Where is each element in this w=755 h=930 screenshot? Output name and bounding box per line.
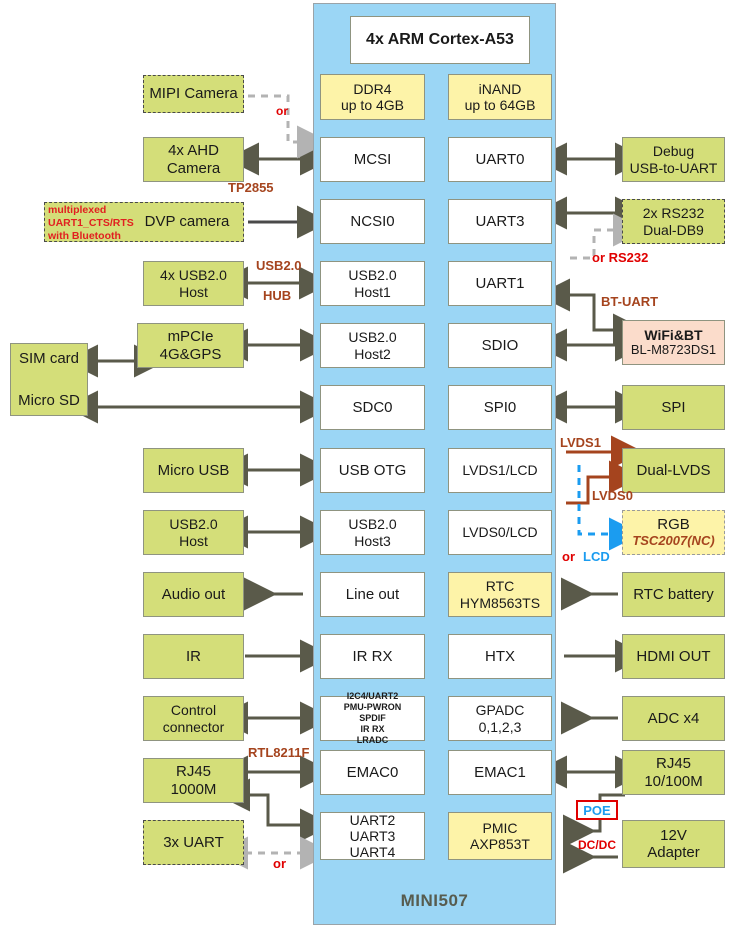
annotation-hub: HUB [263,288,292,303]
peripheral-rgb: RGB TSC2007(NC) [622,510,725,555]
peripheral-mpcie-4g-gps: mPCIe 4G&GPS [137,323,244,368]
annotation-or-mipi: or [276,104,288,118]
peripheral-12v-adapter: 12V Adapter [622,820,725,868]
soc-block-gpadc: GPADC 0,1,2,3 [448,696,552,741]
peripheral-adc-x4: ADC x4 [622,696,725,741]
peripheral-rj45-10-100m: RJ45 10/100M [622,750,725,795]
annotation-poe: POE [576,800,618,820]
soc-block-ncsi0: NCSI0 [320,199,425,244]
peripheral-wifi-bt: WiFi&BT BL-M8723DS1 [622,320,725,365]
soc-block-cpu: 4x ARM Cortex-A53 [350,16,530,64]
soc-block-mcsi: MCSI [320,137,425,182]
peripheral-ahd-camera: 4x AHD Camera [143,137,244,182]
wifi-bt-part: BL-M8723DS1 [630,342,717,358]
block-diagram: MINI507 4x ARM Cortex-A53 DDR4 up to 4GB… [0,0,755,930]
soc-block-ir-rx: IR RX [320,634,425,679]
soc-block-uart3: UART3 [448,199,552,244]
annotation-lvds1: LVDS1 [560,435,601,450]
annotation-multiplexed-note: multiplexed UART1_CTS/RTS with Bluetooth [48,204,134,243]
rgb-part: TSC2007(NC) [632,532,715,548]
soc-block-sdc0: SDC0 [320,385,425,430]
peripheral-2x-rs232: 2x RS232 Dual-DB9 [622,199,725,244]
soc-block-rtc: RTC HYM8563TS [448,572,552,617]
soc-block-pmic: PMIC AXP853T [448,812,552,860]
peripheral-sim-microsd: SIM card Micro SD [10,343,88,416]
annotation-rtl8211f: RTL8211F [248,745,310,760]
soc-block-htx: HTX [448,634,552,679]
soc-block-usb-host3: USB2.0 Host3 [320,510,425,555]
peripheral-usb20-host: USB2.0 Host [143,510,244,555]
soc-block-i2c4-group: I2C4/UART2 PMU-PWRON SPDIF IR RX LRADC [320,691,425,745]
soc-block-usb-otg: USB OTG [320,448,425,493]
soc-block-lvds1-lcd: LVDS1/LCD [448,448,552,493]
annotation-or-lcd-or: or [562,549,575,564]
peripheral-rj45-1000m: RJ45 1000M [143,758,244,803]
soc-block-line-out: Line out [320,572,425,617]
annotation-tp2855: TP2855 [228,180,274,195]
annotation-lvds0: LVDS0 [592,488,633,503]
soc-block-uart234: UART2 UART3 UART4 [320,812,425,860]
annotation-bt-uart: BT-UART [601,294,659,309]
soc-block-uart1: UART1 [448,261,552,306]
wifi-bt-title: WiFi&BT [644,326,703,343]
soc-block-emac1: EMAC1 [448,750,552,795]
peripheral-debug-usb-to-uart: Debug USB-to-UART [622,137,725,182]
annotation-usb20: USB2.0 [256,258,302,273]
annotation-dcdc: DC/DC [578,838,616,852]
annotation-or-lcd-lcd: LCD [583,549,610,564]
annotation-or-rs232: or RS232 [592,250,649,265]
peripheral-microsd-label: Micro SD [18,391,80,409]
peripheral-dual-lvds: Dual-LVDS [622,448,725,493]
soc-title: MINI507 [400,891,469,910]
peripheral-hdmi-out: HDMI OUT [622,634,725,679]
peripheral-spi: SPI [622,385,725,430]
peripheral-control-connector: Control connector [143,696,244,741]
soc-block-uart0: UART0 [448,137,552,182]
annotation-or-uart: or [273,856,286,871]
peripheral-mipi-camera: MIPI Camera [143,75,244,113]
peripheral-micro-usb: Micro USB [143,448,244,493]
peripheral-sim-card-label: SIM card [18,350,79,367]
peripheral-ir: IR [143,634,244,679]
peripheral-rtc-battery: RTC battery [622,572,725,617]
soc-block-emac0: EMAC0 [320,750,425,795]
soc-block-lvds0-lcd: LVDS0/LCD [448,510,552,555]
soc-block-spi0: SPI0 [448,385,552,430]
rgb-title: RGB [657,516,690,534]
peripheral-audio-out: Audio out [143,572,244,617]
peripheral-3x-uart: 3x UART [143,820,244,865]
peripheral-usb20-host-4x: 4x USB2.0 Host [143,261,244,306]
soc-block-usb-host2: USB2.0 Host2 [320,323,425,368]
soc-block-sdio: SDIO [448,323,552,368]
soc-block-inand: iNAND up to 64GB [448,74,552,120]
soc-block-usb-host1: USB2.0 Host1 [320,261,425,306]
soc-block-ddr4: DDR4 up to 4GB [320,74,425,120]
